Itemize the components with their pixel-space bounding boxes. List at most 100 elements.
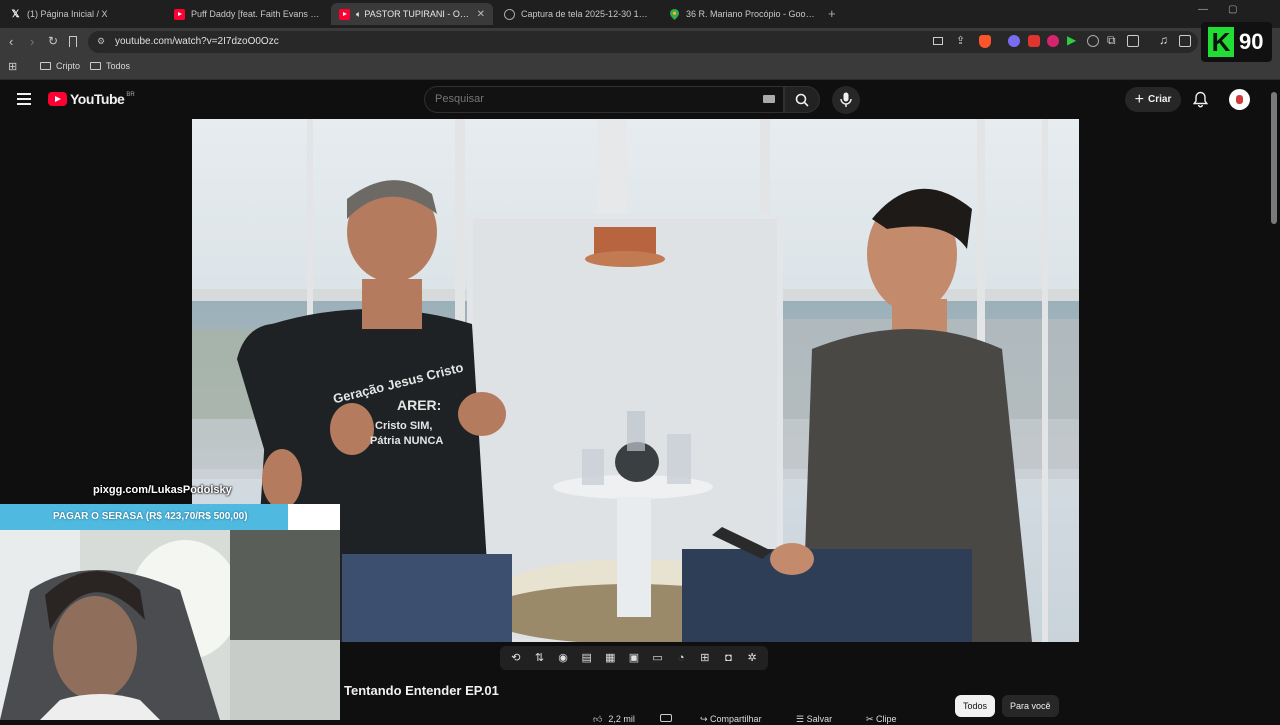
folder-icon bbox=[90, 62, 101, 70]
player-tools-bar: ⟲ ⇅ ◉ ▤ ▦ ▣ ▭ ◔ ⊞ ◘ ✲ bbox=[500, 646, 768, 670]
youtube-logo-text: YouTube bbox=[70, 91, 125, 107]
settings-gear-icon[interactable]: ✲ bbox=[745, 651, 759, 665]
youtube-icon bbox=[174, 8, 185, 20]
sort-icon[interactable]: ⇅ bbox=[532, 651, 546, 665]
speed-icon[interactable]: ◔ bbox=[674, 651, 688, 665]
video-title: Tentando Entender EP.01 bbox=[344, 683, 499, 698]
bookmark-icon[interactable] bbox=[69, 36, 77, 47]
share-arrow-icon: ↪ bbox=[700, 714, 711, 724]
page-scrollbar[interactable] bbox=[1268, 80, 1280, 720]
screenshot-icon[interactable]: ◘ bbox=[721, 651, 735, 665]
tab-google-maps[interactable]: 36 R. Mariano Procópio - Google Ma bbox=[661, 3, 823, 25]
bookmark-label: Cripto bbox=[56, 61, 81, 71]
webcam-feed bbox=[0, 530, 340, 720]
loop-icon[interactable]: ⟲ bbox=[509, 651, 523, 665]
share-icon[interactable]: ⇪ bbox=[956, 34, 965, 47]
notifications-bell-icon[interactable] bbox=[1193, 91, 1208, 108]
maps-pin-icon bbox=[669, 8, 680, 20]
shirt-text-line3: Cristo SIM, bbox=[375, 420, 432, 432]
tab-label: Captura de tela 2025-12-30 172756 bbox=[521, 9, 650, 19]
extension-purple-icon[interactable] bbox=[1008, 35, 1020, 47]
tab-puff-daddy[interactable]: Puff Daddy [feat. Faith Evans & 112] bbox=[166, 3, 328, 25]
menu-hamburger-icon[interactable] bbox=[17, 93, 31, 105]
tab-captura[interactable]: Captura de tela 2025-12-30 172756 bbox=[496, 3, 658, 25]
picture-in-picture-icon[interactable]: ▣ bbox=[627, 651, 641, 665]
tab-pastor-tupirani[interactable]: 🔈︎ PASTOR TUPIRANI - O PASTO ✕ bbox=[331, 3, 493, 25]
add-icon[interactable]: ⊞ bbox=[698, 651, 712, 665]
donation-goal-bar: PAGAR O SERASA (R$ 423,70/R$ 500,00) bbox=[0, 504, 340, 530]
bookmark-label: Todos bbox=[106, 61, 131, 71]
reload-icon[interactable]: ↻ bbox=[48, 34, 58, 48]
tab-label: 36 R. Mariano Procópio - Google Ma bbox=[686, 9, 815, 19]
tab-x-home[interactable]: 𝕏 (1) Página Inicial / X bbox=[2, 3, 164, 25]
extension-gray-icon[interactable] bbox=[1087, 35, 1099, 47]
save-icon: ☰ bbox=[796, 714, 807, 724]
scissors-icon: ✂ bbox=[866, 714, 877, 724]
apps-grid-icon[interactable]: ⊞ bbox=[8, 60, 17, 73]
site-info-icon[interactable]: ⚙ bbox=[97, 36, 105, 47]
k90-badge: K 90 bbox=[1201, 22, 1272, 62]
chip-para-voce[interactable]: Para você bbox=[1002, 695, 1059, 717]
tab-label: PASTOR TUPIRANI - O PASTO bbox=[364, 9, 470, 19]
tab-label: (1) Página Inicial / X bbox=[27, 9, 108, 19]
thumbs-down-icon[interactable] bbox=[660, 714, 672, 722]
bookmark-folder-cripto[interactable]: Cripto bbox=[40, 61, 80, 71]
save-label: Salvar bbox=[806, 714, 833, 724]
webcam-overlay bbox=[0, 530, 340, 720]
sidebar-toggle-icon[interactable] bbox=[1127, 35, 1139, 47]
globe-icon bbox=[504, 8, 515, 20]
bookmark-folder-todos[interactable]: Todos bbox=[90, 61, 130, 71]
brave-shield-icon[interactable] bbox=[979, 35, 991, 48]
k90-logo: K bbox=[1208, 27, 1234, 57]
bookmarks-bar: ⊞ Cripto Todos bbox=[0, 56, 1280, 80]
url-text: youtube.com/watch?v=2I7dzoO0Ozc bbox=[115, 36, 279, 47]
create-label: Criar bbox=[1147, 94, 1172, 105]
k90-number: 90 bbox=[1239, 29, 1264, 54]
search-icon bbox=[795, 93, 809, 107]
extensions-puzzle-icon[interactable]: ⧉ bbox=[1107, 33, 1119, 47]
keyboard-icon[interactable] bbox=[763, 95, 775, 103]
frame-icon[interactable]: ▭ bbox=[651, 651, 665, 665]
cast-icon[interactable] bbox=[933, 37, 943, 45]
folder-icon bbox=[40, 62, 51, 70]
tab-label: Puff Daddy [feat. Faith Evans & 112] bbox=[191, 9, 320, 19]
forward-arrow-icon[interactable]: › bbox=[30, 34, 34, 49]
extension-play-icon[interactable]: ▶ bbox=[1067, 33, 1079, 47]
youtube-play-icon bbox=[48, 92, 67, 106]
youtube-header: YouTube BR + Criar bbox=[0, 80, 1268, 119]
x-logo-icon: 𝕏 bbox=[11, 8, 20, 20]
donation-url: pixgg.com/LukasPodolsky bbox=[93, 484, 232, 496]
country-code: BR bbox=[126, 91, 135, 98]
shirt-text-line2: ARER: bbox=[397, 397, 441, 413]
minimize-button[interactable]: — bbox=[1198, 4, 1208, 15]
chip-todos[interactable]: Todos bbox=[955, 695, 996, 717]
voice-search-button[interactable] bbox=[832, 86, 860, 114]
browser-tab-strip: 𝕏 (1) Página Inicial / X Puff Daddy [fea… bbox=[0, 0, 1280, 28]
youtube-icon bbox=[339, 8, 350, 20]
side-panel-icon[interactable] bbox=[1179, 35, 1191, 47]
scrollbar-thumb[interactable] bbox=[1271, 92, 1277, 224]
search-button[interactable] bbox=[784, 86, 820, 113]
cinema-icon[interactable]: ▦ bbox=[603, 651, 617, 665]
back-arrow-icon[interactable]: ‹ bbox=[9, 34, 13, 49]
playlist-icon[interactable]: ▤ bbox=[580, 651, 594, 665]
audio-wave-icon[interactable]: ◉ bbox=[556, 651, 570, 665]
donation-goal-text: PAGAR O SERASA (R$ 423,70/R$ 500,00) bbox=[53, 511, 248, 522]
close-tab-icon[interactable]: ✕ bbox=[477, 9, 485, 20]
create-button[interactable]: + Criar bbox=[1125, 87, 1181, 112]
media-control-icon[interactable]: ♫ bbox=[1159, 33, 1171, 47]
clip-label: Clipe bbox=[876, 714, 897, 724]
microphone-icon bbox=[840, 92, 852, 107]
speaker-icon[interactable]: 🔈︎ bbox=[356, 9, 361, 20]
search-input[interactable] bbox=[435, 93, 735, 105]
extension-red-icon[interactable] bbox=[1028, 35, 1040, 47]
extension-pink-icon[interactable] bbox=[1047, 35, 1059, 47]
youtube-logo[interactable]: YouTube BR bbox=[48, 91, 135, 107]
shirt-text-line4: Pátria NUNCA bbox=[370, 435, 443, 447]
new-tab-button[interactable]: + bbox=[828, 6, 836, 21]
plus-icon: + bbox=[1134, 90, 1144, 108]
avatar[interactable] bbox=[1229, 89, 1250, 110]
share-label: Compartilhar bbox=[710, 714, 762, 724]
browser-toolbar: ‹ › ↻ ⚙ youtube.com/watch?v=2I7dzoO0Ozc … bbox=[0, 28, 1280, 56]
maximize-button[interactable]: ▢ bbox=[1228, 4, 1237, 15]
